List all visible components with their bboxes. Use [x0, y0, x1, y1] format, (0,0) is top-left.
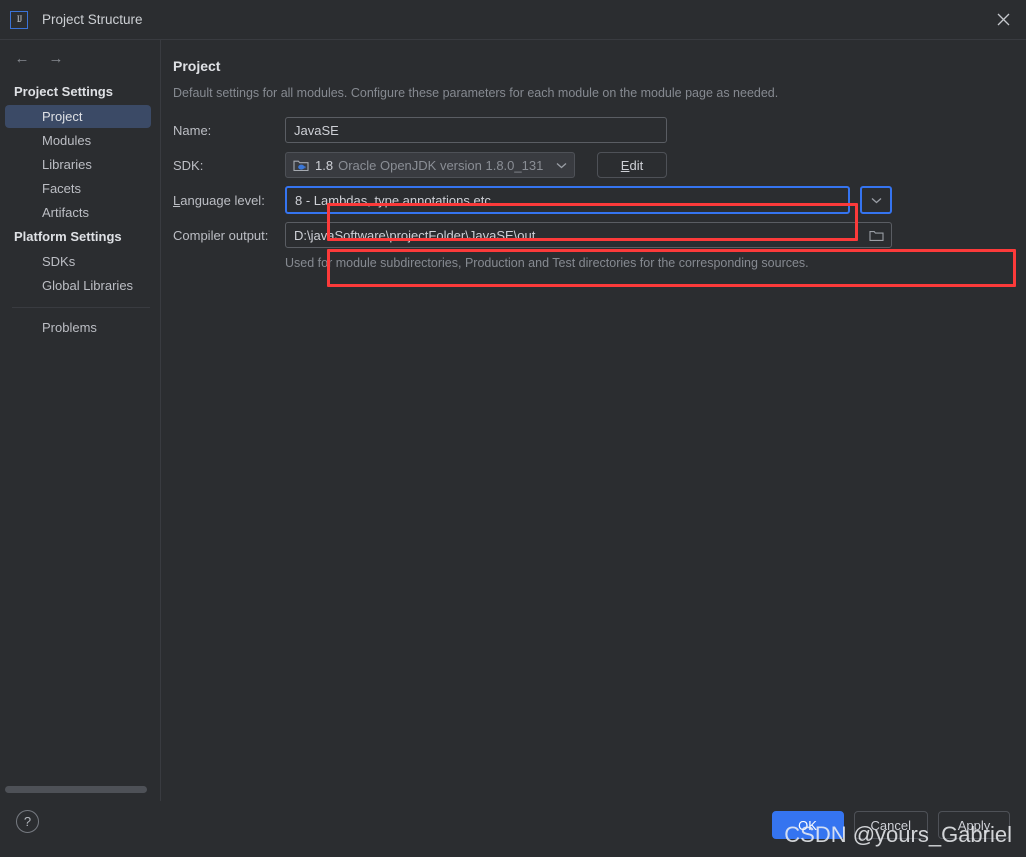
language-level-row: Language level: 8 - Lambdas, type annota… [161, 186, 1026, 214]
sidebar-item-global-libraries[interactable]: Global Libraries [5, 274, 151, 297]
sidebar-item-artifacts[interactable]: Artifacts [5, 201, 151, 224]
language-level-dropdown-button[interactable] [860, 186, 892, 214]
folder-icon[interactable] [867, 229, 885, 242]
project-form: Name: JavaSE SDK: 1.8 Oracle OpenJDK ver… [161, 116, 1026, 270]
language-level-input[interactable]: 8 - Lambdas, type annotations etc. [285, 186, 850, 214]
compiler-output-label: Compiler output: [173, 227, 269, 243]
apply-button[interactable]: Apply [938, 811, 1010, 839]
window-title: Project Structure [42, 12, 143, 27]
name-row: Name: JavaSE [161, 116, 1026, 144]
title-bar: IJ Project Structure [0, 0, 1026, 39]
sidebar-item-project[interactable]: Project [5, 105, 151, 128]
page-title: Project [173, 58, 221, 74]
main-content: Project Default settings for all modules… [161, 40, 1026, 801]
sidebar-group-platform-settings: Platform Settings [14, 229, 122, 244]
settings-tree: Project Settings Project Modules Librari… [0, 76, 160, 801]
chevron-down-icon [552, 162, 570, 169]
name-input[interactable]: JavaSE [285, 117, 667, 143]
java-sdk-folder-icon [293, 158, 310, 172]
compiler-output-row: Compiler output: D:\javaSoftware\project… [161, 221, 1026, 249]
ok-button[interactable]: OK [771, 811, 844, 839]
page-description: Default settings for all modules. Config… [173, 86, 779, 100]
edit-button-label: dit [629, 157, 644, 173]
sidebar-horizontal-scrollbar[interactable] [5, 786, 147, 793]
compiler-output-value: D:\javaSoftware\projectFolder\JavaSE\out [294, 227, 536, 243]
intellij-idea-icon: IJ [10, 10, 28, 29]
sidebar-nav-toolbar: ← → [0, 40, 160, 76]
cancel-button[interactable]: Cancel [853, 811, 928, 839]
dialog-button-bar: OK Cancel Apply [771, 811, 1010, 839]
language-level-label: Language level: [173, 193, 285, 208]
sdk-dropdown[interactable]: 1.8 Oracle OpenJDK version 1.8.0_131 [285, 152, 575, 178]
edit-button-mnemonic: E [620, 157, 630, 173]
sdk-edit-button[interactable]: Edit [597, 152, 667, 178]
dialog-footer: ? OK Cancel Apply CSDN @yours_Gabriel [0, 801, 1026, 857]
sdk-row: SDK: 1.8 Oracle OpenJDK version 1.8.0_13… [161, 151, 1026, 179]
sidebar-item-sdks[interactable]: SDKs [5, 250, 151, 273]
sidebar-item-libraries[interactable]: Libraries [5, 153, 151, 176]
sdk-version: 1.8 [315, 157, 334, 173]
sdk-label: SDK: [173, 157, 204, 173]
arrow-right-icon[interactable]: → [46, 48, 66, 68]
dialog-body: ← → Project Settings Project Modules Lib… [0, 39, 1026, 801]
compiler-output-hint: Used for module subdirectories, Producti… [285, 256, 809, 270]
sdk-description: Oracle OpenJDK version 1.8.0_131 [338, 157, 544, 173]
sidebar-divider [12, 307, 150, 308]
arrow-left-icon[interactable]: ← [12, 48, 32, 68]
chevron-down-icon [871, 191, 882, 209]
sidebar-item-problems[interactable]: Problems [5, 316, 151, 339]
help-button[interactable]: ? [16, 810, 39, 833]
sidebar-item-facets[interactable]: Facets [5, 177, 151, 200]
sidebar-item-modules[interactable]: Modules [5, 129, 151, 152]
sidebar: ← → Project Settings Project Modules Lib… [0, 40, 161, 801]
sidebar-group-project-settings: Project Settings [14, 84, 113, 99]
language-level-label-text: anguage level: [180, 192, 265, 208]
name-label: Name: [173, 122, 212, 138]
compiler-output-input[interactable]: D:\javaSoftware\projectFolder\JavaSE\out [285, 222, 892, 248]
project-structure-dialog: IJ Project Structure ← → Project Setting… [0, 0, 1026, 857]
close-icon[interactable] [980, 0, 1026, 39]
